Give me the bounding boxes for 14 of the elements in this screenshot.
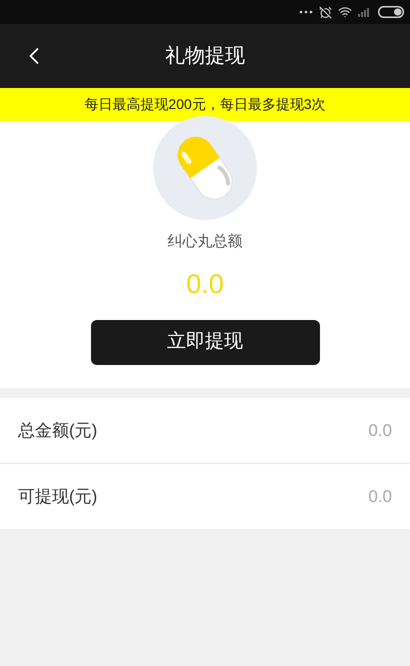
wifi-icon — [338, 5, 352, 19]
alarm-off-icon — [319, 6, 332, 18]
battery-icon — [378, 6, 404, 18]
notice-text: 每日最高提现200元，每日最多提现3次 — [84, 95, 326, 114]
row-label: 可提现(元) — [18, 486, 98, 508]
more-dots-icon — [299, 10, 313, 14]
balance-label: 纠心丸总额 — [168, 232, 242, 252]
row-label: 总金额(元) — [18, 420, 98, 442]
withdraw-button[interactable]: 立即提现 — [90, 320, 320, 365]
row-value: 0.0 — [368, 486, 392, 508]
signal-icon — [358, 7, 372, 17]
page-title: 礼物提现 — [165, 44, 245, 69]
row-value: 0.0 — [368, 420, 392, 442]
balance-value: 0.0 — [186, 268, 224, 300]
